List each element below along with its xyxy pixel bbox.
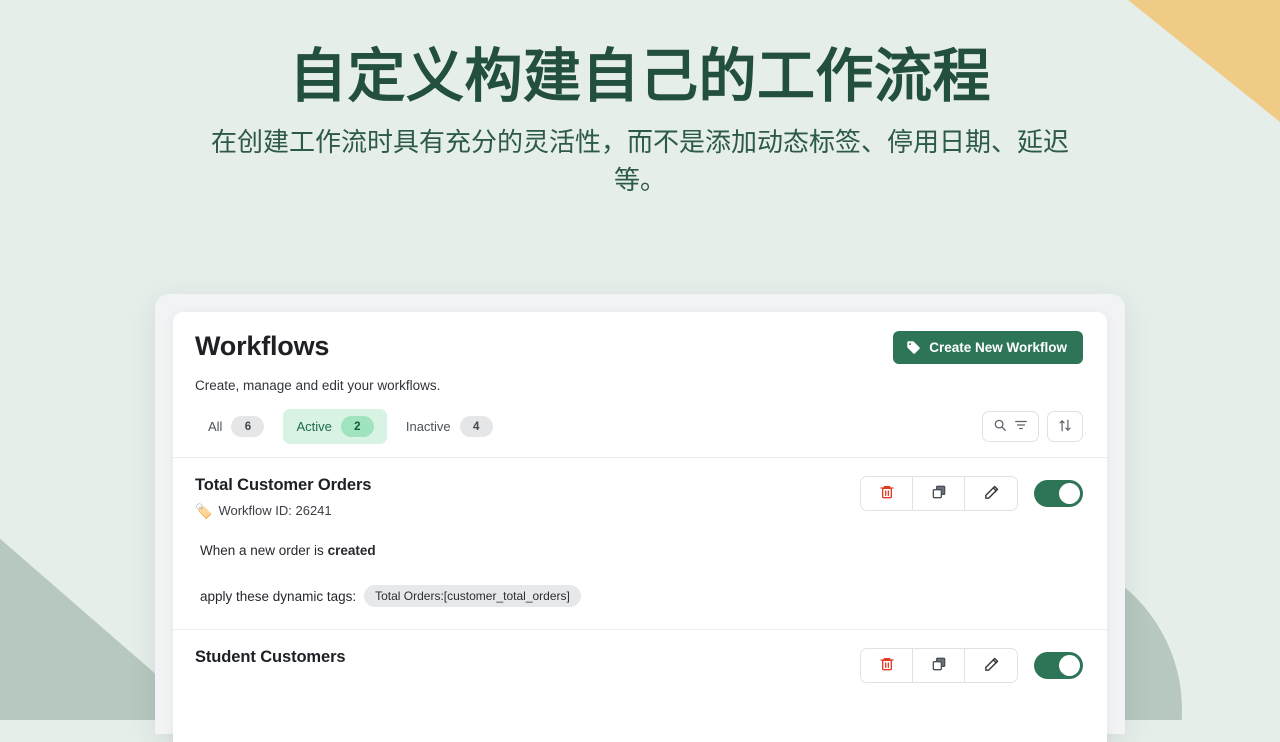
- search-filter-button[interactable]: [982, 411, 1039, 442]
- edit-workflow-button[interactable]: [965, 477, 1017, 510]
- create-new-workflow-label: Create New Workflow: [929, 340, 1067, 355]
- copy-icon: [931, 484, 947, 503]
- workflow-name: Total Customer Orders: [195, 476, 372, 494]
- hero-title: 自定义构建自己的工作流程: [288, 44, 991, 109]
- workflow-row-header: Student Customers: [195, 648, 1083, 683]
- toggle-knob: [1059, 483, 1080, 504]
- sort-arrows-icon: [1058, 418, 1072, 436]
- create-new-workflow-button[interactable]: Create New Workflow: [893, 331, 1083, 364]
- workflow-trigger-prefix: When a new order is: [200, 543, 328, 558]
- pencil-icon: [983, 656, 1000, 676]
- tab-all-label: All: [208, 419, 223, 434]
- card-header: Workflows Create New Workflow: [173, 312, 1107, 364]
- tab-all[interactable]: All 6: [195, 409, 277, 444]
- delete-workflow-button[interactable]: [861, 649, 913, 682]
- filter-icon: [1014, 418, 1028, 435]
- tab-active-count: 2: [340, 416, 374, 437]
- workflow-trigger: When a new order is created: [200, 543, 1083, 558]
- workflow-meta: 🏷️ Workflow ID: 26241: [195, 503, 371, 518]
- search-icon: [993, 418, 1007, 435]
- workflow-actions: [860, 648, 1083, 683]
- workflow-identity: Student Customers: [195, 648, 346, 667]
- hero-section: 自定义构建自己的工作流程 在创建工作流时具有充分的灵活性，而不是添加动态标签、停…: [0, 0, 1280, 200]
- tab-inactive[interactable]: Inactive 4: [393, 409, 506, 444]
- page-subtitle: Create, manage and edit your workflows.: [195, 378, 441, 393]
- filter-tabs-row: All 6 Active 2 Inactive 4: [173, 393, 1107, 458]
- tab-inactive-label: Inactive: [405, 419, 451, 434]
- toolbar: [982, 411, 1083, 442]
- workflow-row-header: Total Customer Orders 🏷️ Workflow ID: 26…: [195, 476, 1083, 518]
- workflows-card: Workflows Create New Workflow Create, ma…: [173, 312, 1107, 742]
- app-window-frame: Workflows Create New Workflow Create, ma…: [155, 294, 1125, 742]
- delete-workflow-button[interactable]: [861, 477, 913, 510]
- trash-icon: [879, 656, 895, 675]
- workflow-identity: Total Customer Orders 🏷️ Workflow ID: 26…: [195, 476, 371, 518]
- workflow-trigger-event: created: [327, 543, 376, 558]
- duplicate-workflow-button[interactable]: [913, 477, 965, 510]
- page-title: Workflows: [195, 331, 330, 361]
- workflow-tags-line: apply these dynamic tags: Total Orders:[…: [200, 585, 1083, 607]
- sort-button[interactable]: [1047, 411, 1083, 442]
- workflow-row[interactable]: Total Customer Orders 🏷️ Workflow ID: 26…: [173, 458, 1107, 630]
- workflow-active-toggle[interactable]: [1034, 480, 1083, 507]
- trash-icon: [879, 484, 895, 503]
- tag-icon: [906, 340, 921, 355]
- workflow-action-button-group: [860, 476, 1018, 511]
- pencil-icon: [983, 484, 1000, 504]
- workflow-active-toggle[interactable]: [1034, 652, 1083, 679]
- tab-all-count: 6: [231, 416, 265, 437]
- workflow-row[interactable]: Student Customers: [173, 630, 1107, 705]
- tab-inactive-count: 4: [459, 416, 493, 437]
- workflow-tags-label: apply these dynamic tags:: [200, 588, 357, 604]
- copy-icon: [931, 656, 947, 675]
- filter-tabs: All 6 Active 2 Inactive 4: [195, 409, 506, 444]
- toggle-knob: [1059, 655, 1080, 676]
- tab-active[interactable]: Active 2: [283, 409, 387, 444]
- workflow-actions: [860, 476, 1083, 511]
- hero-subtitle: 在创建工作流时具有充分的灵活性，而不是添加动态标签、停用日期、延迟等。: [210, 127, 1069, 196]
- workflow-name: Student Customers: [195, 648, 346, 666]
- edit-workflow-button[interactable]: [965, 649, 1017, 682]
- dynamic-tag-chip: Total Orders:[customer_total_orders]: [364, 585, 581, 607]
- workflow-id-label: Workflow ID: 26241: [218, 503, 332, 518]
- tab-active-label: Active: [296, 419, 332, 434]
- workflow-action-button-group: [860, 648, 1018, 683]
- duplicate-workflow-button[interactable]: [913, 649, 965, 682]
- tag-emoji-icon: 🏷️: [195, 502, 213, 519]
